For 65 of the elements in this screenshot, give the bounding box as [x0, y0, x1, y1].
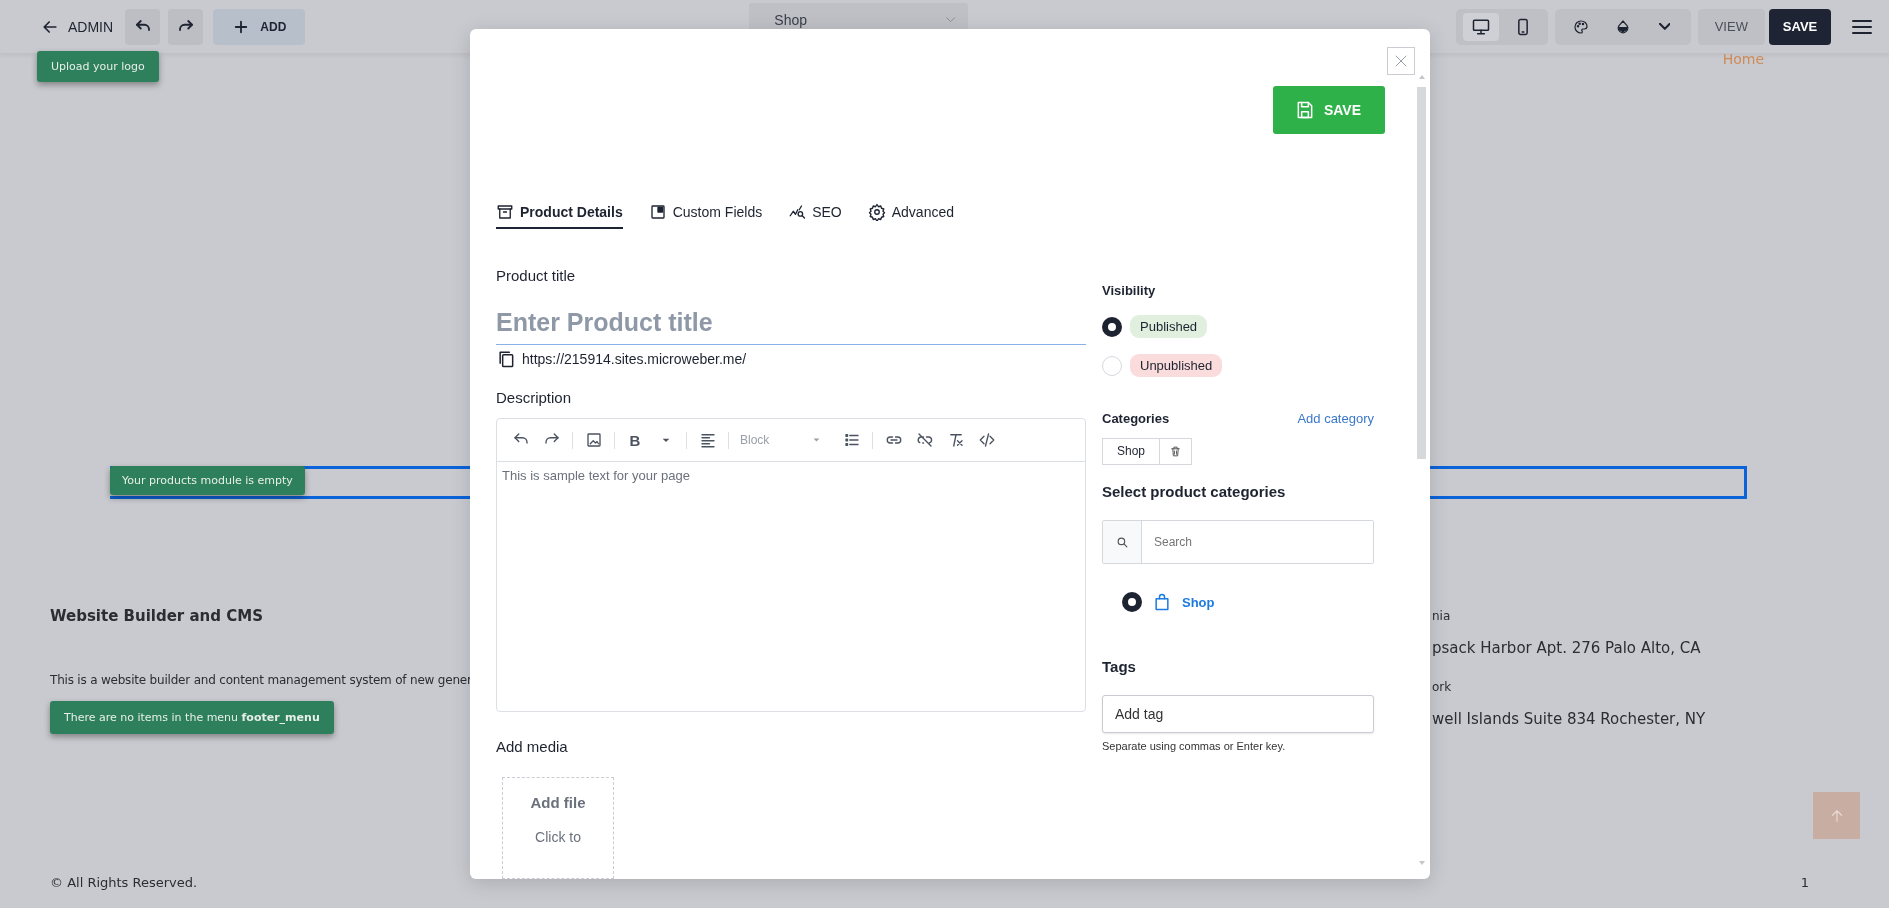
add-file-title: Add file [529, 794, 587, 811]
search-field[interactable]: Search [1102, 520, 1374, 564]
field-label: Add media [496, 738, 569, 755]
editor-text: This is sample text for your page [501, 467, 691, 485]
align-left-icon [698, 431, 717, 449]
view-button[interactable]: VIEW [1697, 8, 1766, 45]
bag-icon [1152, 592, 1172, 612]
field-label: Description [496, 389, 573, 406]
undo-button[interactable] [125, 8, 161, 45]
category-item[interactable]: Shop [1182, 594, 1215, 610]
tab[interactable]: Product Details [496, 203, 623, 229]
bullet-list-icon [842, 431, 861, 449]
status-badge: Unpublished [1130, 354, 1223, 377]
add-category-link[interactable]: Add category [1297, 411, 1374, 426]
add-button[interactable]: ADD [213, 8, 306, 45]
archive-icon [496, 203, 514, 221]
text-editor[interactable]: B Block This is sample text for your page [496, 418, 1086, 712]
products-notice: Your products module is empty [110, 466, 305, 495]
chevron-down-icon [946, 16, 956, 23]
chevron-down-icon [1658, 23, 1671, 30]
close-button[interactable] [1387, 47, 1415, 75]
section-label: Tags [1102, 658, 1137, 675]
copyright-text: © All Rights Reserved. [50, 875, 198, 890]
search-icon [1115, 535, 1129, 549]
chart-search-icon [788, 203, 807, 221]
address-text: well Islands Suite 834 Rochester, NY [1432, 710, 1706, 728]
code-icon [977, 431, 996, 449]
footer-title: Website Builder and CMS [50, 607, 263, 625]
section-label: Visibility [1102, 283, 1157, 298]
tab[interactable]: SEO [788, 203, 842, 229]
settings-icon [867, 203, 886, 221]
logo-notice: Upload your logo [37, 51, 159, 82]
url-text: https://215914.sites.microweber.me/ [522, 351, 747, 367]
caret-icon [813, 437, 820, 443]
radio-button[interactable] [1102, 316, 1122, 337]
address-city: ork [1432, 680, 1452, 694]
form-icon [648, 203, 667, 221]
scrollbar[interactable] [1417, 75, 1426, 865]
tag-field[interactable]: Add tag [1102, 695, 1374, 733]
trash-icon [1169, 445, 1183, 458]
menu-notice: There are no items in the menu footer_menu [50, 701, 334, 734]
add-file-hint: Click to [534, 829, 582, 845]
image-icon [584, 431, 603, 449]
caret-icon [661, 437, 670, 443]
tab[interactable]: Custom Fields [648, 203, 763, 229]
save-button[interactable]: SAVE [1769, 8, 1831, 45]
address-text: psack Harbor Apt. 276 Palo Alto, CA [1432, 639, 1701, 657]
radio-button[interactable] [1122, 592, 1142, 612]
add-file-area[interactable]: Add file Click to [502, 777, 614, 879]
unlink-icon [915, 431, 934, 449]
desktop-view-button[interactable] [1462, 12, 1499, 41]
address-city: nia [1432, 609, 1451, 623]
page-number: 1 [1800, 875, 1809, 890]
field-label: Product title [496, 267, 577, 284]
footer-text: This is a website builder and content management system of new gener [50, 673, 473, 687]
section-label: Categories [1102, 411, 1170, 426]
status-badge: Published [1130, 315, 1208, 338]
category-name: Shop [1103, 439, 1161, 464]
admin-back-button[interactable]: ADMIN [36, 8, 118, 45]
bold-button[interactable]: B [620, 431, 650, 449]
copy-icon [496, 349, 516, 369]
help-text: Separate using commas or Enter key. [1102, 740, 1287, 752]
section-label: Select product categories [1102, 483, 1287, 500]
tab[interactable]: Advanced [867, 203, 955, 229]
redo-button[interactable] [168, 8, 204, 45]
